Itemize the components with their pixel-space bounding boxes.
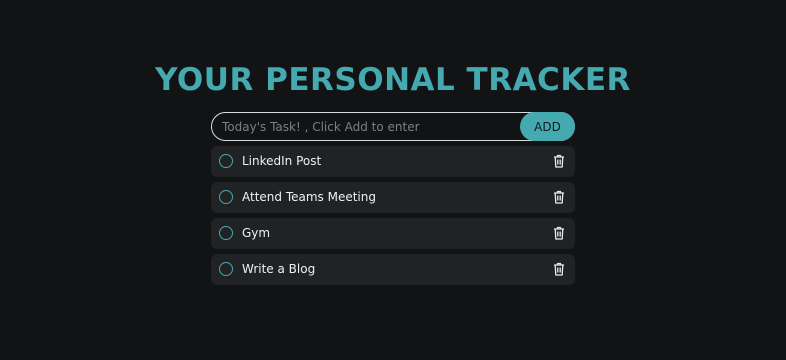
- task-item: LinkedIn Post: [211, 146, 575, 177]
- task-item: Gym: [211, 218, 575, 249]
- task-item: Write a Blog: [211, 254, 575, 285]
- task-input-bar: ADD: [211, 112, 575, 141]
- task-checkbox[interactable]: [219, 262, 233, 276]
- task-label: Write a Blog: [242, 262, 316, 276]
- page-title: YOUR PERSONAL TRACKER: [155, 62, 631, 98]
- trash-icon[interactable]: [553, 190, 565, 204]
- task-label: Attend Teams Meeting: [242, 190, 376, 204]
- task-checkbox[interactable]: [219, 154, 233, 168]
- task-item: Attend Teams Meeting: [211, 182, 575, 213]
- task-checkbox[interactable]: [219, 226, 233, 240]
- trash-icon[interactable]: [553, 154, 565, 168]
- add-button[interactable]: ADD: [520, 112, 575, 141]
- trash-icon[interactable]: [553, 262, 565, 276]
- trash-icon[interactable]: [553, 226, 565, 240]
- task-label: LinkedIn Post: [242, 154, 322, 168]
- task-checkbox[interactable]: [219, 190, 233, 204]
- task-input[interactable]: [222, 113, 512, 140]
- task-label: Gym: [242, 226, 271, 240]
- task-list: LinkedIn Post Attend Teams Meeting Gym W…: [211, 146, 575, 290]
